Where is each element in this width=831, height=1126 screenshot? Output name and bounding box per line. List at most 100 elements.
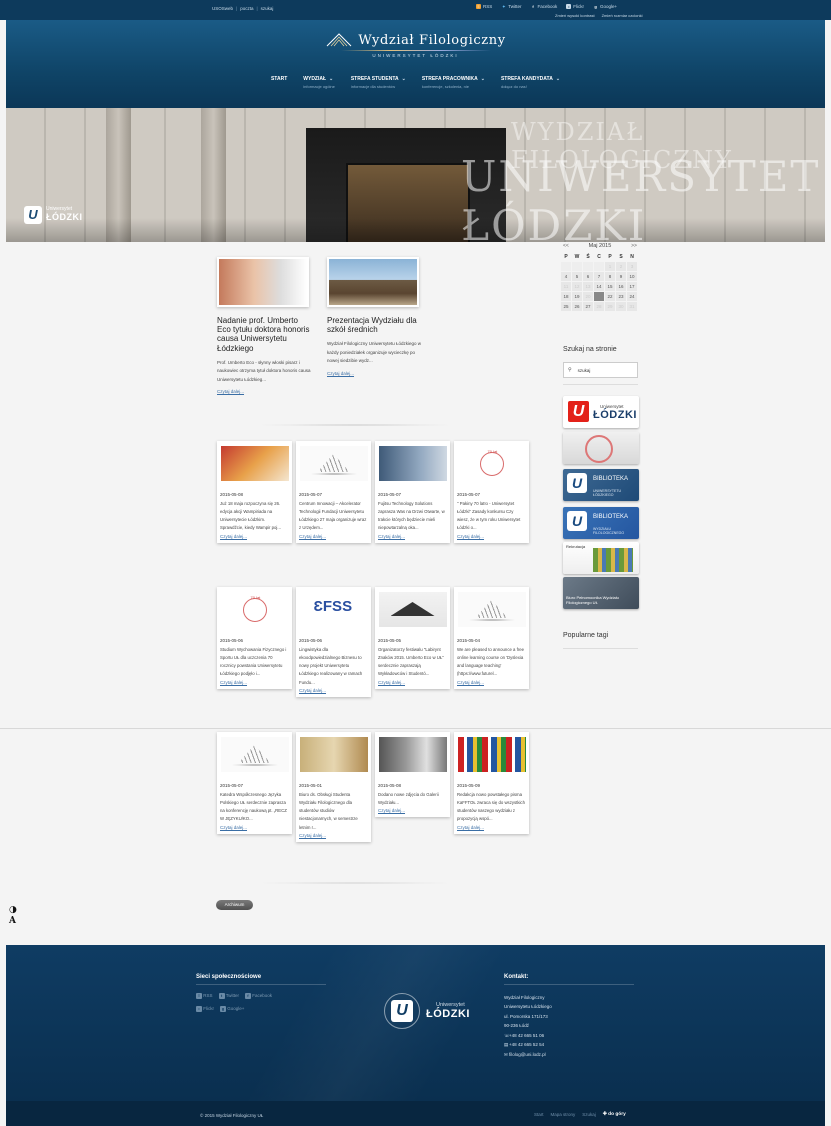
read-more-link[interactable]: Czytaj dalej... — [327, 371, 423, 376]
flickr-link[interactable]: • Flickr — [196, 1006, 214, 1012]
font-size-toggle[interactable]: Zmień rozmiar czcionki — [602, 13, 643, 18]
flickr-link[interactable]: • Flickr — [566, 4, 584, 9]
nav-wydzial[interactable]: WYDZIAŁ ⌄ informacje ogólne — [303, 76, 335, 89]
banner-70-lat[interactable] — [563, 432, 639, 464]
font-size-icon[interactable]: A — [9, 916, 17, 927]
nav-strefa-kandydata[interactable]: STREFA KANDYDATA ⌄ dołącz do nas! — [501, 76, 560, 89]
news-thumbnail[interactable] — [220, 737, 289, 772]
read-more-link[interactable]: Czytaj dalej... — [457, 534, 526, 539]
nav-strefa-pracownika[interactable]: STREFA PRACOWNIKA ⌄ konferencje, szkolenia… — [422, 76, 485, 89]
calendar-day[interactable]: 13 — [583, 282, 593, 291]
back-to-top-button[interactable]: ✚ do góry — [603, 1112, 626, 1117]
news-thumbnail[interactable]: ƐFSS — [299, 592, 368, 627]
calendar-day[interactable]: 1 — [605, 262, 615, 271]
read-more-link[interactable]: Czytaj dalej... — [220, 680, 289, 685]
rss-link[interactable]: ≡ RSS — [196, 993, 213, 999]
news-thumbnail[interactable] — [220, 446, 289, 481]
calendar-day[interactable]: 6 — [583, 272, 593, 281]
read-more-link[interactable]: Czytaj dalej... — [299, 534, 368, 539]
footer-link-szukaj[interactable]: Szukaj — [582, 1112, 596, 1117]
read-more-link[interactable]: Czytaj dalej... — [299, 688, 368, 693]
calendar-day[interactable]: 31 — [627, 302, 637, 311]
calendar-day[interactable]: 7 — [594, 272, 604, 281]
googleplus-link[interactable]: g Google+ — [593, 4, 617, 9]
szukaj-link[interactable]: szukaj — [261, 6, 274, 11]
read-more-link[interactable]: Czytaj dalej... — [299, 833, 368, 838]
calendar-day[interactable]: 28 — [594, 302, 604, 311]
footer-link-start[interactable]: Start — [534, 1112, 544, 1117]
calendar-day[interactable]: 4 — [561, 272, 571, 281]
usosweb-link[interactable]: USOSweb — [212, 6, 233, 11]
calendar-day[interactable]: 30 — [616, 302, 626, 311]
banner-biblioteka-wf[interactable]: U BIBLIOTEKA WYDZIAŁU FILOLOGICZNEGO — [563, 507, 639, 539]
calendar-day[interactable]: 12 — [572, 282, 582, 291]
twitter-link[interactable]: ✦ Twitter — [501, 4, 521, 9]
news-thumbnail[interactable] — [457, 737, 526, 772]
footer-link-mapa[interactable]: Mapa strony — [551, 1112, 576, 1117]
calendar-day[interactable]: 20 — [583, 292, 593, 301]
read-more-link[interactable]: Czytaj dalej... — [457, 825, 526, 830]
calendar-day[interactable]: 14 — [594, 282, 604, 291]
contrast-toggle[interactable]: Zmień wysoki kontrast — [555, 13, 595, 18]
facebook-link[interactable]: f Facebook — [531, 4, 557, 9]
site-logo[interactable]: Wydział Filologiczny UNIWERSYTET ŁÓDZKI — [6, 32, 825, 58]
featured-image[interactable] — [217, 257, 309, 307]
calendar-day[interactable]: 19 — [572, 292, 582, 301]
read-more-link[interactable]: Czytaj dalej... — [457, 680, 526, 685]
news-thumbnail[interactable] — [378, 446, 447, 481]
featured-image[interactable] — [327, 257, 419, 307]
calendar-day[interactable]: 17 — [627, 282, 637, 291]
calendar-day[interactable]: 16 — [616, 282, 626, 291]
read-more-link[interactable]: Czytaj dalej... — [220, 825, 289, 830]
contact-email[interactable]: ✉filolog@uni.lodz.pl — [504, 1050, 634, 1059]
news-thumbnail[interactable] — [457, 446, 526, 481]
poczta-link[interactable]: poczta — [240, 6, 253, 11]
calendar-day[interactable]: 11 — [561, 282, 571, 291]
nav-strefa-studenta[interactable]: STREFA STUDENTA ⌄ informacje dla studentów — [351, 76, 406, 89]
read-more-link[interactable]: Czytaj dalej... — [378, 680, 447, 685]
calendar-day[interactable]: 2 — [616, 262, 626, 271]
read-more-link[interactable]: Czytaj dalej... — [220, 534, 289, 539]
news-thumbnail[interactable] — [299, 446, 368, 481]
twitter-link[interactable]: t Twitter — [218, 993, 239, 999]
archive-button[interactable]: Archiwum — [216, 900, 253, 910]
news-thumbnail[interactable] — [299, 737, 368, 772]
calendar-day[interactable]: 27 — [583, 302, 593, 311]
calendar-prev-button[interactable]: << — [563, 243, 569, 249]
banner-uniwersytet[interactable]: U Uniwersytet ŁÓDZKI — [563, 396, 639, 428]
featured-title[interactable]: Nadanie prof. Umberto Eco tytułu doktora… — [217, 316, 313, 353]
calendar-day-selected[interactable]: 21 — [594, 292, 604, 301]
read-more-link[interactable]: Czytaj dalej... — [378, 808, 447, 813]
calendar-day[interactable]: 25 — [561, 302, 571, 311]
googleplus-link[interactable]: g Google+ — [220, 1006, 244, 1012]
footer-logo[interactable]: U Uniwersytet ŁÓDZKI — [384, 993, 470, 1029]
search-input[interactable]: ⚲ szukaj — [563, 362, 638, 378]
rss-link[interactable]: ≡ RSS — [476, 4, 492, 9]
featured-title[interactable]: Prezentacja Wydziału dla szkół średnich — [327, 316, 423, 334]
banner-biblioteka-ul[interactable]: U BIBLIOTEKA UNIWERSYTETU ŁÓDZKIEGO — [563, 469, 639, 501]
calendar-day[interactable]: 5 — [572, 272, 582, 281]
calendar-day[interactable]: 3 — [627, 262, 637, 271]
read-more-link[interactable]: Czytaj dalej... — [378, 534, 447, 539]
news-thumbnail[interactable] — [457, 592, 526, 627]
calendar-day[interactable]: 26 — [572, 302, 582, 311]
calendar-day[interactable]: 29 — [605, 302, 615, 311]
news-thumbnail[interactable] — [378, 737, 447, 772]
calendar-day[interactable]: 24 — [627, 292, 637, 301]
calendar-day[interactable]: 23 — [616, 292, 626, 301]
facebook-link[interactable]: f Facebook — [244, 993, 272, 999]
banner-biuro[interactable]: Biuro Pełnomocnika Wydziału Filologiczne… — [563, 577, 639, 609]
contrast-icon[interactable]: ◑ — [9, 905, 17, 916]
calendar-day[interactable]: 22 — [605, 292, 615, 301]
calendar-next-button[interactable]: >> — [631, 243, 637, 249]
nav-start[interactable]: START — [271, 76, 287, 89]
news-thumbnail[interactable] — [220, 592, 289, 627]
calendar-day[interactable]: 18 — [561, 292, 571, 301]
banner-rekrutacja[interactable]: Rekrutacja — [563, 542, 639, 574]
calendar-day[interactable]: 15 — [605, 282, 615, 291]
calendar-day[interactable]: 10 — [627, 272, 637, 281]
news-thumbnail[interactable] — [378, 592, 447, 627]
calendar-day[interactable]: 9 — [616, 272, 626, 281]
calendar-day[interactable]: 8 — [605, 272, 615, 281]
read-more-link[interactable]: Czytaj dalej... — [217, 389, 313, 394]
